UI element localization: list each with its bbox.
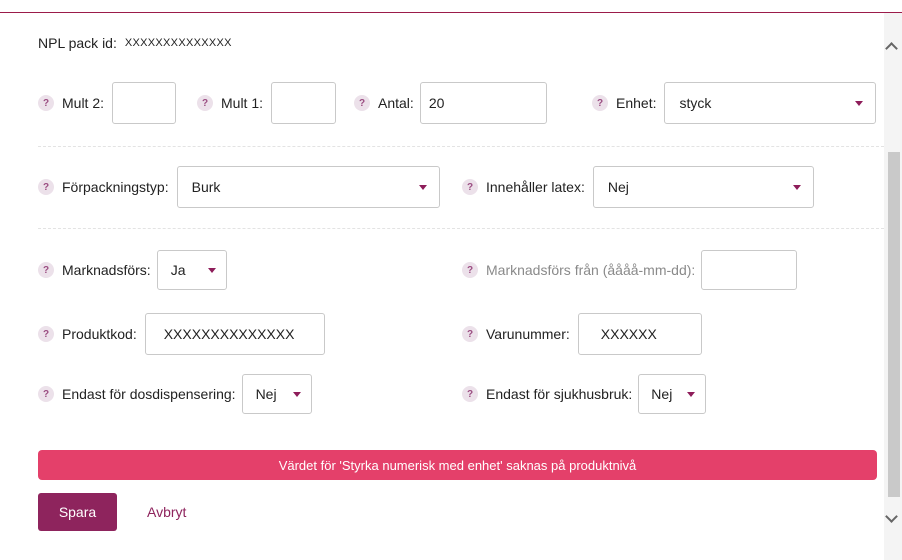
help-icon[interactable]: ?: [462, 179, 478, 195]
help-icon[interactable]: ?: [38, 262, 54, 278]
dosdispensering-select[interactable]: Nej: [241, 374, 312, 414]
forpackningstyp-select[interactable]: Burk: [176, 166, 440, 208]
latex-label: Innehåller latex:: [486, 179, 585, 195]
sjukhusbruk-select[interactable]: Nej: [638, 374, 707, 414]
marknadsfors-fran-label: Marknadsförs från (åååå-mm-dd):: [486, 262, 696, 278]
help-icon[interactable]: ?: [462, 326, 478, 342]
marknadsfors-value: Ja: [170, 262, 186, 278]
latex-select[interactable]: Nej: [592, 166, 814, 208]
sjukhusbruk-label: Endast för sjukhusbruk:: [486, 386, 633, 402]
varunummer-input[interactable]: XXXXXX: [577, 313, 702, 355]
pack-id-row: NPL pack id: XXXXXXXXXXXXXX: [38, 34, 232, 52]
pack-id-value: XXXXXXXXXXXXXX: [124, 37, 232, 49]
dosdispensering-label: Endast för dosdispensering:: [62, 386, 236, 402]
help-icon[interactable]: ?: [38, 95, 54, 111]
section-divider: [38, 146, 884, 147]
dosdispensering-value: Nej: [255, 386, 277, 402]
sjukhusbruk-group: ? Endast för sjukhusbruk: Nej: [462, 374, 707, 414]
antal-label: Antal:: [378, 95, 414, 111]
chevron-down-icon: [418, 184, 427, 190]
produktkod-label: Produktkod:: [62, 326, 137, 342]
marknadsfors-fran-input[interactable]: [701, 250, 798, 290]
error-banner: Värdet för 'Styrka numerisk med enhet' s…: [38, 450, 877, 480]
marknadsfors-select[interactable]: Ja: [156, 250, 227, 290]
latex-group: ? Innehåller latex: Nej: [462, 166, 814, 208]
chevron-down-icon: [292, 391, 301, 397]
chevron-down-icon: [792, 184, 801, 190]
section-divider: [38, 228, 884, 229]
enhet-select[interactable]: styck: [664, 82, 877, 124]
marknadsfors-fran-group: ? Marknadsförs från (åååå-mm-dd):: [462, 250, 798, 290]
forpackningstyp-value: Burk: [191, 179, 221, 195]
chevron-down-icon: [687, 391, 696, 397]
pack-id-label: NPL pack id:: [38, 35, 117, 51]
help-icon[interactable]: ?: [197, 95, 213, 111]
save-button[interactable]: Spara: [38, 493, 117, 531]
mult1-label: Mult 1:: [221, 95, 264, 111]
help-icon[interactable]: ?: [354, 95, 370, 111]
help-icon[interactable]: ?: [462, 386, 478, 402]
enhet-value: styck: [679, 95, 712, 111]
produktkod-input[interactable]: XXXXXXXXXXXXXX: [144, 313, 325, 355]
sjukhusbruk-value: Nej: [651, 386, 673, 402]
help-icon[interactable]: ?: [592, 95, 608, 111]
mult1-group: ? Mult 1:: [197, 82, 337, 124]
chevron-down-icon: [207, 267, 216, 273]
cancel-link[interactable]: Avbryt: [147, 493, 186, 531]
help-icon[interactable]: ?: [38, 326, 54, 342]
chevron-down-icon: [855, 100, 864, 106]
help-icon[interactable]: ?: [38, 179, 54, 195]
mult2-label: Mult 2:: [62, 95, 105, 111]
marknadsfors-group: ? Marknadsförs: Ja: [38, 250, 227, 290]
forpackningstyp-label: Förpackningstyp:: [62, 179, 169, 195]
scrollbar-thumb[interactable]: [888, 152, 900, 497]
varunummer-group: ? Varunummer: XXXXXX: [462, 313, 702, 355]
antal-group: ? Antal: 20: [354, 82, 547, 124]
mult2-input[interactable]: [112, 82, 177, 124]
mult1-input[interactable]: [271, 82, 337, 124]
dosdispensering-group: ? Endast för dosdispensering: Nej: [38, 374, 312, 414]
help-icon[interactable]: ?: [462, 262, 478, 278]
enhet-label: Enhet:: [616, 95, 657, 111]
top-border: [0, 12, 902, 13]
mult2-group: ? Mult 2:: [38, 82, 177, 124]
marknadsfors-label: Marknadsförs:: [62, 262, 151, 278]
enhet-group: ? Enhet: styck: [592, 82, 877, 124]
help-icon[interactable]: ?: [38, 386, 54, 402]
latex-value: Nej: [607, 179, 629, 195]
varunummer-label: Varunummer:: [486, 326, 570, 342]
forpackningstyp-group: ? Förpackningstyp: Burk: [38, 166, 440, 208]
antal-input[interactable]: 20: [419, 82, 547, 124]
produktkod-group: ? Produktkod: XXXXXXXXXXXXXX: [38, 313, 325, 355]
